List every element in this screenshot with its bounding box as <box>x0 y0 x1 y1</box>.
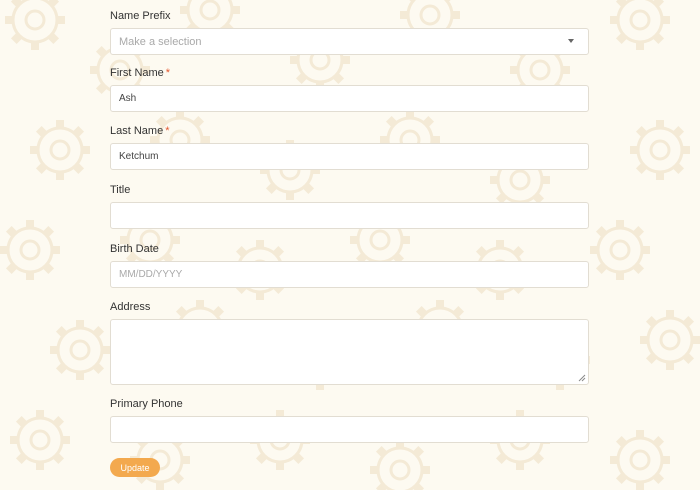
primary-phone-label-text: Primary Phone <box>110 398 183 410</box>
last-name-input[interactable]: Ketchum <box>110 143 589 170</box>
address-label-text: Address <box>110 301 151 313</box>
first-name-value: Ash <box>119 93 137 104</box>
name-prefix-label: Name Prefix <box>110 10 171 22</box>
address-textarea[interactable] <box>110 319 589 385</box>
title-label: Title <box>110 184 130 196</box>
title-input[interactable] <box>110 202 589 229</box>
birth-date-label: Birth Date <box>110 243 159 255</box>
name-prefix-label-text: Name Prefix <box>110 10 171 22</box>
address-label: Address <box>110 301 150 313</box>
birth-date-placeholder: MM/DD/YYYY <box>119 269 183 280</box>
first-name-label: First Name * <box>110 67 170 79</box>
last-name-label: Last Name * <box>110 125 169 137</box>
birth-date-input[interactable]: MM/DD/YYYY <box>110 261 589 288</box>
birth-date-label-text: Birth Date <box>110 243 159 255</box>
last-name-value: Ketchum <box>119 151 159 162</box>
resize-handle-icon[interactable] <box>578 374 586 382</box>
first-name-input[interactable]: Ash <box>110 85 589 112</box>
name-prefix-placeholder: Make a selection <box>119 35 202 48</box>
primary-phone-label: Primary Phone <box>110 398 183 410</box>
last-name-label-text: Last Name <box>110 125 164 137</box>
required-asterisk: * <box>165 125 170 137</box>
chevron-down-icon <box>568 39 574 43</box>
title-label-text: Title <box>110 184 131 196</box>
primary-phone-input[interactable] <box>110 416 589 443</box>
name-prefix-select[interactable]: Make a selection <box>110 28 589 55</box>
update-button[interactable]: Update <box>110 458 160 477</box>
required-asterisk: * <box>165 67 171 79</box>
first-name-label-text: First Name <box>110 67 164 79</box>
